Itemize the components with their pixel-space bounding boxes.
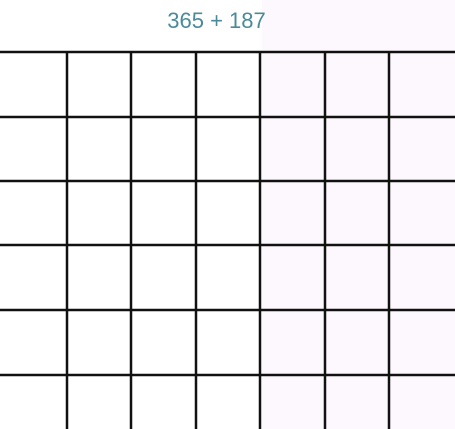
answer-grid [0, 50, 455, 429]
worksheet-page: 365 + 187 [0, 0, 455, 429]
